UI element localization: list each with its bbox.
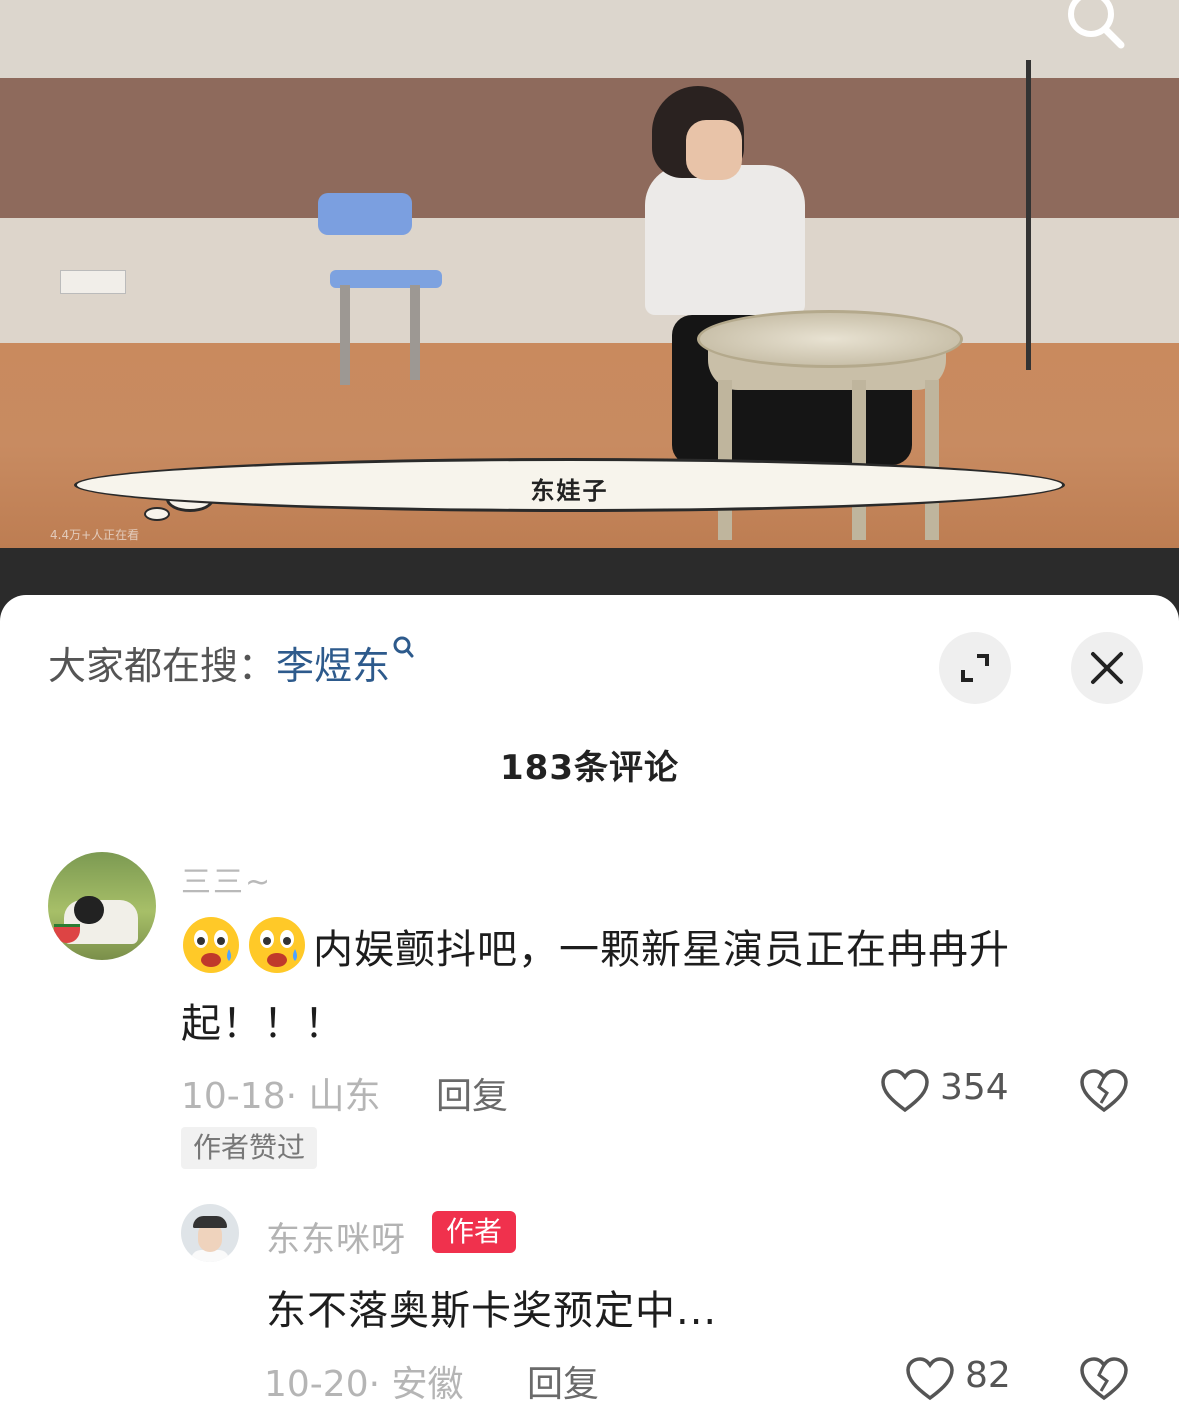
heart-icon[interactable] bbox=[905, 1357, 955, 1401]
comment-sheet: 大家都在搜：李煜东 183条评论 三三~ 内娱颤抖吧，一颗新星演员正在冉冉升起！… bbox=[0, 595, 1179, 1428]
comment-username[interactable]: 东东咪呀 bbox=[266, 1212, 406, 1261]
dislike-icon[interactable] bbox=[1080, 1357, 1128, 1401]
close-icon bbox=[1091, 652, 1123, 684]
search-small-icon bbox=[393, 636, 414, 658]
crying-face-emoji bbox=[249, 917, 305, 973]
video-scene bbox=[0, 0, 1179, 78]
avatar[interactable] bbox=[181, 1204, 239, 1262]
comment-text[interactable]: 东不落奥斯卡奖预定中... bbox=[266, 1278, 717, 1336]
close-button[interactable] bbox=[1071, 632, 1143, 704]
subtitle-bubble: 东娃子 bbox=[74, 458, 1065, 512]
heart-icon[interactable] bbox=[880, 1069, 930, 1113]
like-count: 354 bbox=[940, 1067, 1009, 1108]
expand-icon bbox=[961, 654, 989, 682]
comment-date-location: 10-18· 山东 bbox=[181, 1076, 381, 1117]
viewer-count: 4.4万+人正在看 bbox=[50, 528, 140, 542]
expand-button[interactable] bbox=[939, 632, 1011, 704]
round-table bbox=[697, 310, 963, 368]
hot-search-keyword[interactable]: 李煜东 bbox=[276, 644, 390, 688]
hot-search-prefix: 大家都在搜： bbox=[48, 644, 277, 688]
hot-search-bar[interactable]: 大家都在搜：李煜东 bbox=[48, 635, 414, 690]
dislike-icon[interactable] bbox=[1080, 1069, 1128, 1113]
crying-face-emoji bbox=[183, 917, 239, 973]
like-count: 82 bbox=[965, 1355, 1011, 1396]
comment-count: 183条评论 bbox=[500, 748, 679, 788]
chair bbox=[318, 193, 412, 235]
comment-username[interactable]: 三三~ bbox=[181, 857, 272, 901]
comment-text[interactable]: 内娱颤抖吧，一颗新星演员正在冉冉升起！！！ bbox=[181, 913, 1101, 1061]
mic-stand bbox=[1026, 60, 1031, 370]
video-player[interactable]: 东娃子 4.4万+人正在看 bbox=[0, 0, 1179, 548]
search-icon[interactable] bbox=[1061, 0, 1131, 50]
author-tag: 作者 bbox=[432, 1211, 517, 1253]
author-liked-badge: 作者赞过 bbox=[181, 1127, 318, 1169]
reply-button[interactable]: 回复 bbox=[436, 1067, 508, 1119]
video-subtitle: 东娃子 bbox=[530, 477, 609, 505]
comment-date-location: 10-20· 安徽 bbox=[264, 1364, 464, 1405]
reply-button[interactable]: 回复 bbox=[527, 1355, 599, 1407]
person bbox=[645, 165, 805, 315]
avatar[interactable] bbox=[48, 852, 156, 960]
